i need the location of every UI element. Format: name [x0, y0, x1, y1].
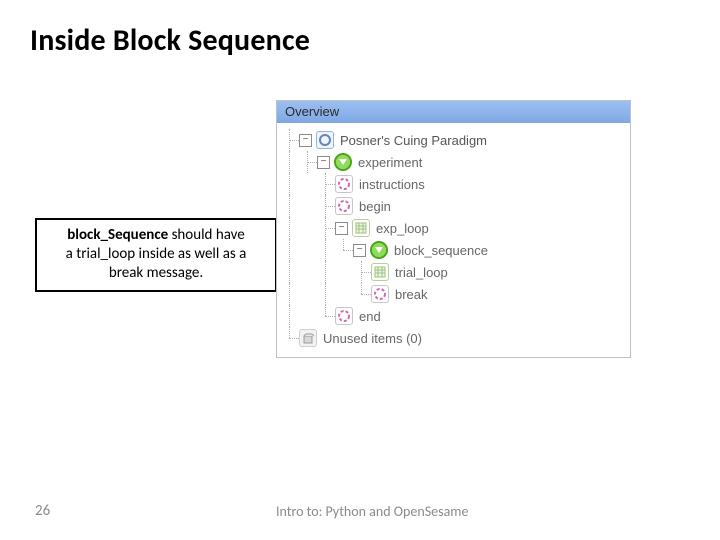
collapse-icon[interactable]: − — [335, 222, 348, 235]
unused-icon — [299, 329, 317, 347]
collapse-icon[interactable]: − — [353, 244, 366, 257]
experiment-icon — [316, 131, 334, 149]
tree-label: experiment — [358, 155, 422, 170]
tree-row-exp-loop[interactable]: − exp_loop — [281, 217, 626, 239]
callout-line2: a trial_loop inside as well as a — [66, 245, 247, 263]
callout-rest1: should have — [168, 226, 245, 244]
callout-strong: block_Sequence — [67, 226, 168, 244]
page-number: 26 — [35, 502, 50, 520]
tree-label: trial_loop — [395, 265, 448, 280]
tree-label: Posner's Cuing Paradigm — [340, 133, 487, 148]
footer-text: Intro to: Python and OpenSesame — [276, 503, 468, 520]
tree-label: begin — [359, 199, 391, 214]
sequence-icon — [334, 153, 352, 171]
tree-row-trial-loop[interactable]: trial_loop — [281, 261, 626, 283]
loop-icon — [371, 263, 389, 281]
overview-tree[interactable]: − Posner's Cuing Paradigm − experiment — [277, 123, 630, 357]
callout-box: block_Sequence should have a trial_loop … — [35, 218, 277, 292]
sequence-icon — [370, 241, 388, 259]
callout-line3: break message. — [109, 264, 203, 282]
tree-row-break[interactable]: break — [281, 283, 626, 305]
tree-label: end — [359, 309, 381, 324]
tree-row-end[interactable]: end — [281, 305, 626, 327]
overview-panel-header: Overview — [277, 101, 630, 123]
overview-panel: Overview − Posner's Cuing Paradigm − exp… — [276, 100, 631, 358]
tree-row-root[interactable]: − Posner's Cuing Paradigm — [281, 129, 626, 151]
sketchpad-icon — [335, 197, 353, 215]
sketchpad-icon — [335, 175, 353, 193]
sketchpad-icon — [371, 285, 389, 303]
tree-row-unused[interactable]: Unused items (0) — [281, 327, 626, 349]
collapse-icon[interactable]: − — [299, 134, 312, 147]
loop-icon — [352, 219, 370, 237]
tree-label: Unused items (0) — [323, 331, 422, 346]
tree-label: exp_loop — [376, 221, 429, 236]
tree-row-block-sequence[interactable]: − block_sequence — [281, 239, 626, 261]
slide-title: Inside Block Sequence — [30, 22, 310, 59]
tree-label: block_sequence — [394, 243, 488, 258]
tree-row-instructions[interactable]: instructions — [281, 173, 626, 195]
sketchpad-icon — [335, 307, 353, 325]
tree-row-experiment[interactable]: − experiment — [281, 151, 626, 173]
tree-row-begin[interactable]: begin — [281, 195, 626, 217]
tree-label: break — [395, 287, 428, 302]
tree-label: instructions — [359, 177, 425, 192]
collapse-icon[interactable]: − — [317, 156, 330, 169]
